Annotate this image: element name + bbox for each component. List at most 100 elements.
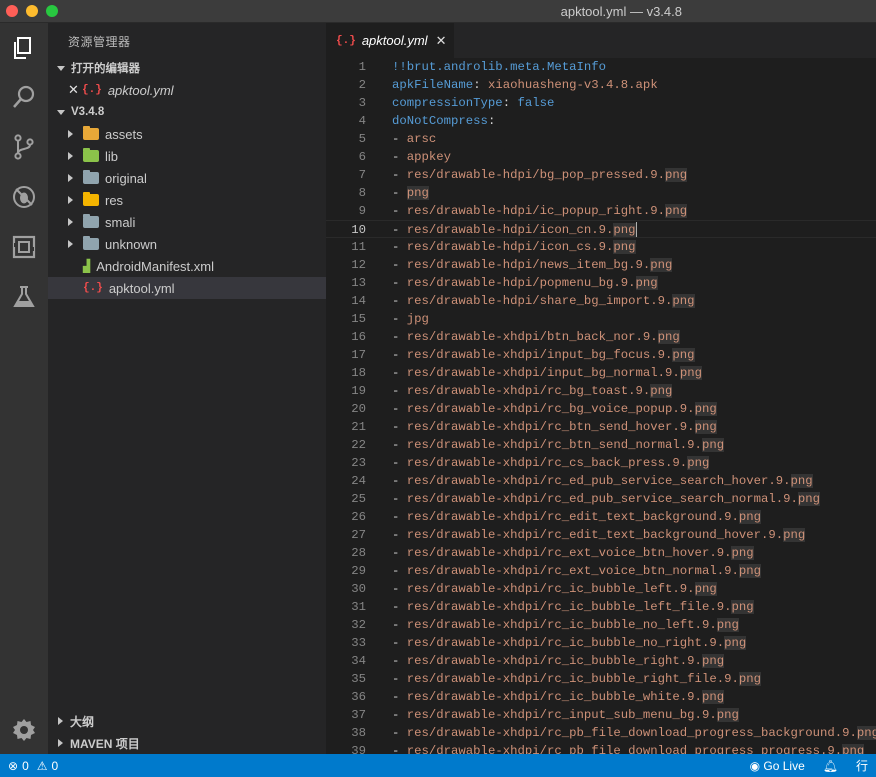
tree-item[interactable]: smali — [48, 211, 326, 233]
code-line: 35 - res/drawable-xhdpi/rc_ic_bubble_righ… — [326, 670, 876, 688]
go-live-label: Go Live — [763, 758, 805, 773]
outline-section[interactable]: 大纲 — [48, 710, 326, 732]
code-line: 31 - res/drawable-xhdpi/rc_ic_bubble_left… — [326, 598, 876, 616]
highlighted-extension: png — [716, 618, 739, 632]
project-section[interactable]: V3.4.8 — [48, 101, 326, 123]
tree-item[interactable]: res — [48, 189, 326, 211]
line-indicator[interactable]: 行 — [856, 757, 868, 774]
list-item: jpg — [406, 312, 429, 326]
folder-icon — [83, 192, 99, 206]
go-live-button[interactable]: ◉ Go Live — [750, 759, 805, 773]
code-text: - res/drawable-xhdpi/rc_ext_voice_btn_no… — [392, 564, 761, 578]
highlighted-extension: png — [694, 582, 717, 596]
list-item: res/drawable-xhdpi/rc_ext_voice_btn_norm… — [406, 564, 739, 578]
highlighted-extension: png — [665, 168, 688, 182]
maven-label: MAVEN 项目 — [70, 736, 140, 751]
error-icon: ⊗ — [8, 758, 19, 773]
code-line: 4 doNotCompress: — [326, 112, 876, 130]
code-text: - res/drawable-hdpi/ic_popup_right.9.png — [392, 204, 688, 218]
code-line: 17 - res/drawable-xhdpi/input_bg_focus.9.… — [326, 346, 876, 364]
search-icon[interactable] — [0, 74, 48, 120]
close-tab-icon[interactable]: ✕ — [436, 33, 447, 49]
maven-section[interactable]: MAVEN 项目 — [48, 732, 326, 754]
highlighted-extension: png — [613, 240, 636, 254]
code-line: 24 - res/drawable-xhdpi/rc_ed_pub_service… — [326, 472, 876, 490]
code-text: - res/drawable-xhdpi/rc_ed_pub_service_s… — [392, 474, 813, 488]
flask-icon[interactable] — [0, 274, 48, 320]
highlighted-extension: png — [842, 744, 865, 754]
code-text: - res/drawable-xhdpi/rc_bg_toast.9.png — [392, 384, 673, 398]
bell-icon[interactable]: 🔔︎ — [823, 759, 838, 773]
code-text: - appkey — [392, 150, 452, 164]
code-line: 38 - res/drawable-xhdpi/rc_pb_file_downlo… — [326, 724, 876, 742]
line-number: 20 — [351, 402, 366, 416]
code-line: 25 - res/drawable-xhdpi/rc_ed_pub_service… — [326, 490, 876, 508]
open-editor-item[interactable]: ✕ {.} apktool.yml — [48, 79, 326, 101]
code-line: 14 - res/drawable-hdpi/share_bg_import.9.… — [326, 292, 876, 310]
tree-item[interactable]: ▟ AndroidManifest.xml — [48, 255, 326, 277]
source-control-icon[interactable] — [0, 124, 48, 170]
highlighted-extension: png — [724, 636, 747, 650]
code-line: 11 - res/drawable-hdpi/icon_cs.9.png — [326, 238, 876, 256]
debug-icon[interactable] — [0, 174, 48, 220]
line-number: 34 — [351, 654, 366, 668]
list-item: appkey — [406, 150, 452, 164]
code-text: - res/drawable-xhdpi/rc_pb_file_download… — [392, 724, 876, 742]
highlighted-extension: png — [650, 384, 673, 398]
highlighted-extension: png — [716, 708, 739, 722]
problems-indicator[interactable]: ⊗ 0 ⚠ 0 — [8, 759, 58, 773]
highlighted-extension: png — [738, 672, 761, 686]
activity-bar — [0, 23, 48, 754]
list-item: res/drawable-xhdpi/rc_ic_bubble_no_left.… — [406, 618, 717, 632]
list-item: res/drawable-xhdpi/rc_ic_bubble_right_fi… — [406, 672, 739, 686]
line-number: 30 — [351, 582, 366, 596]
outline-label: 大纲 — [70, 714, 95, 729]
line-number: 28 — [351, 546, 366, 560]
explorer-icon[interactable] — [0, 25, 48, 71]
list-item: res/drawable-xhdpi/rc_cs_back_press.9. — [406, 456, 688, 470]
list-item: res/drawable-hdpi/icon_cn.9. — [406, 223, 614, 237]
gear-icon[interactable] — [0, 707, 48, 753]
line-number: 32 — [351, 618, 366, 632]
code-text: - res/drawable-xhdpi/rc_ic_bubble_white.… — [392, 690, 725, 704]
extensions-icon[interactable] — [0, 224, 48, 270]
code-line: 13 - res/drawable-hdpi/popmenu_bg.9.png — [326, 274, 876, 292]
tree-item[interactable]: original — [48, 167, 326, 189]
warning-icon: ⚠ — [36, 758, 48, 773]
yaml-value: false — [517, 96, 555, 110]
tree-item[interactable]: unknown — [48, 233, 326, 255]
list-item: res/drawable-xhdpi/input_bg_normal.9. — [406, 366, 680, 380]
code-editor[interactable]: 1 !!brut.androlib.meta.MetaInfo 2 apkFileNa… — [326, 58, 876, 754]
line-number: 18 — [351, 366, 366, 380]
code-text: - res/drawable-xhdpi/rc_btn_send_normal.… — [392, 438, 725, 452]
line-number: 13 — [351, 276, 366, 290]
chevron-down-icon — [57, 65, 65, 71]
list-item: res/drawable-xhdpi/rc_btn_send_normal.9. — [406, 438, 702, 452]
code-line: 20 - res/drawable-xhdpi/rc_bg_voice_popup… — [326, 400, 876, 418]
list-item: res/drawable-xhdpi/rc_pb_file_download_p… — [406, 744, 843, 754]
line-number: 27 — [351, 528, 366, 542]
close-icon[interactable]: ✕ — [68, 82, 80, 98]
title-bar: apktool.yml — v3.4.8 — [0, 0, 876, 23]
code-text: !!brut.androlib.meta.MetaInfo — [392, 58, 606, 76]
tab-apktool-yml[interactable]: {.} apktool.yml ✕ — [326, 23, 454, 58]
code-line: 33 - res/drawable-xhdpi/rc_ic_bubble_no_r… — [326, 634, 876, 652]
open-editors-label: 打开的编辑器 — [71, 63, 140, 75]
list-item: res/drawable-hdpi/bg_pop_pressed.9. — [406, 168, 666, 182]
code-text: doNotCompress: — [392, 114, 496, 128]
code-line: 1 !!brut.androlib.meta.MetaInfo — [326, 58, 876, 76]
line-number: 35 — [351, 672, 366, 686]
line-number: 4 — [358, 114, 366, 128]
code-text: - res/drawable-xhdpi/rc_ed_pub_service_s… — [392, 492, 821, 506]
tree-item[interactable]: {.} apktool.yml — [48, 277, 326, 299]
tree-item[interactable]: lib — [48, 145, 326, 167]
code-text: - jpg — [392, 312, 429, 326]
tree-item[interactable]: assets — [48, 123, 326, 145]
open-editors-section[interactable]: 打开的编辑器 — [48, 57, 326, 79]
code-line: 23 - res/drawable-xhdpi/rc_cs_back_press.… — [326, 454, 876, 472]
status-bar: ⊗ 0 ⚠ 0 ◉ Go Live 🔔︎ 行 — [0, 754, 876, 777]
highlighted-extension: png — [694, 402, 717, 416]
line-number: 1 — [358, 60, 366, 74]
line-number: 8 — [358, 186, 366, 200]
code-text: - res/drawable-hdpi/icon_cs.9.png — [392, 240, 636, 254]
